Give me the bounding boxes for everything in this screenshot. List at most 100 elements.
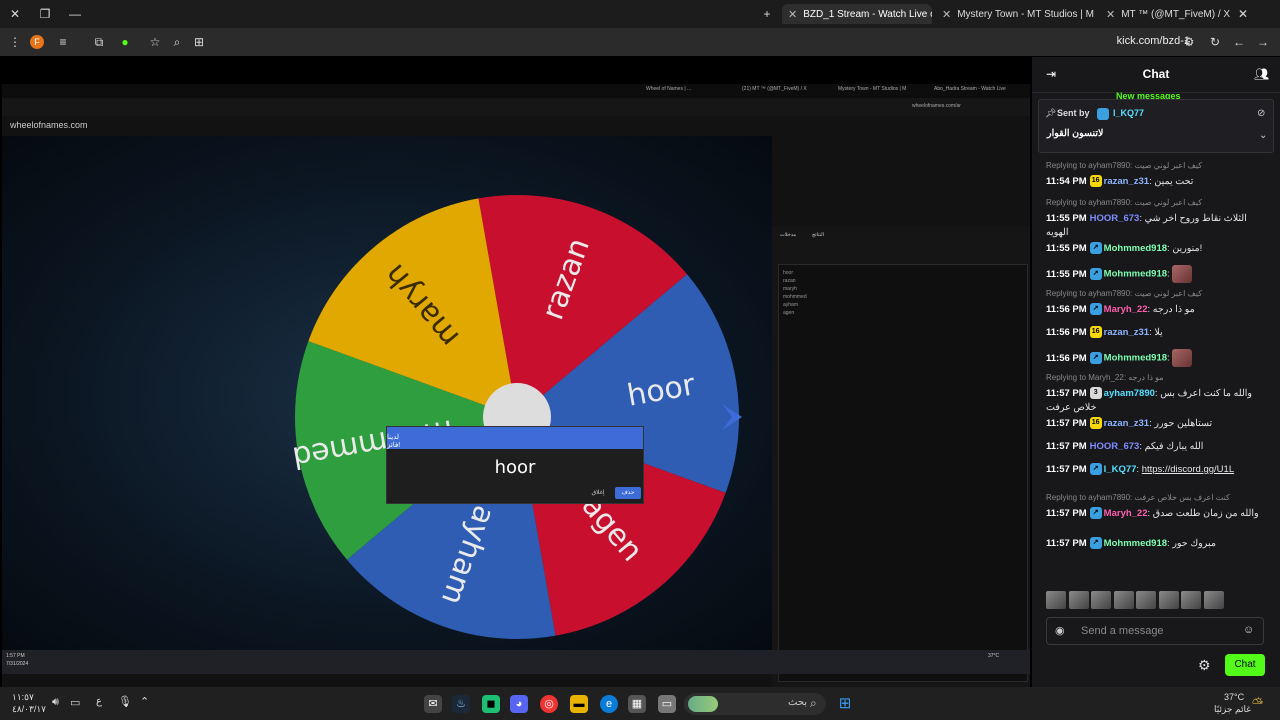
message-username[interactable]: razan_z31 (1104, 418, 1149, 429)
back-icon[interactable]: → (1254, 33, 1272, 51)
chat-message[interactable]: 11:55 PM ↗ Mohmmed918: (1046, 265, 1268, 283)
reply-context[interactable]: Replying to ayham7890: كيف اعبر لوني صيت (1046, 289, 1202, 298)
message-username[interactable]: Maryh_22 (1104, 508, 1148, 519)
send-chat-button[interactable]: Chat (1225, 654, 1265, 676)
chat-message[interactable]: 11:55 PM ↗ Mohmmed918: منورين! (1046, 242, 1268, 256)
chevron-up-icon[interactable]: ⌃ (140, 695, 149, 708)
emote-icon[interactable] (1113, 591, 1134, 609)
language-indicator[interactable]: ع (96, 696, 102, 707)
zoom-icon[interactable]: ⌕ (168, 33, 186, 51)
forward-icon[interactable]: ← (1230, 33, 1248, 51)
app-icon[interactable]: ◼ (482, 695, 500, 713)
message-username[interactable]: Mohmmed918 (1104, 353, 1167, 364)
chat-message[interactable]: 11:56 PM ↗ Mohmmed918: (1046, 349, 1268, 367)
stream-video[interactable]: Wheel of Names | ... (21) MT ™ (@MT_Five… (0, 57, 1032, 720)
discord-app-icon[interactable]: ◕ (510, 695, 528, 713)
message-username[interactable]: l_KQ77 (1104, 464, 1137, 475)
chrome-app-icon[interactable]: ◎ (540, 695, 558, 713)
dialog-remove-button[interactable]: حذف (615, 487, 641, 499)
volume-icon[interactable]: 🔊︎ (52, 696, 59, 709)
message-username[interactable]: razan_z31 (1104, 327, 1149, 338)
chat-message[interactable]: 11:55 PM HOOR_673: الثلاث نقاط وروح اخر ش… (1046, 212, 1268, 240)
settings-gear-icon[interactable]: ⚙ (1198, 657, 1211, 674)
chat-message[interactable]: 11:57 PM ↗ Maryh_22: والله من زمان طلعت صد… (1046, 507, 1268, 521)
tab-mystery-town[interactable]: ✕ Mystery Town - MT Studios | M (936, 4, 1096, 24)
chat-message[interactable]: 11:56 PM 16 razan_z31: يلا (1046, 326, 1268, 340)
message-username[interactable]: Mohmmed918 (1104, 538, 1167, 549)
bookmark-star-icon[interactable]: ☆ (146, 33, 164, 51)
reply-context[interactable]: Replying to ayham7890: كيف اعبر لوني صيت (1046, 161, 1202, 170)
name-wheel[interactable]: razanhooragenayhammohmmedmaryh (292, 192, 742, 642)
message-username[interactable]: HOOR_673 (1090, 441, 1140, 452)
user-badge-icon: ↗ (1089, 507, 1102, 520)
chat-message[interactable]: 11:57 PM 16 razan_z31: تستاهلين حورر (1046, 417, 1268, 431)
message-username[interactable]: HOOR_673 (1090, 213, 1140, 224)
message-text[interactable]: https://discord.gg/U1L (1142, 464, 1234, 475)
hide-pin-icon[interactable]: ⊘ (1257, 108, 1265, 119)
chat-message[interactable]: 11:57 PM ↗ l_KQ77: https://discord.gg/U1L (1046, 463, 1268, 477)
chat-message[interactable]: 11:57 PM 3 ayham7890: والله ما كنت اعرف بس… (1046, 387, 1268, 415)
reply-context[interactable]: Replying to ayham7890: كيف اعبر لوني صيت (1046, 198, 1202, 207)
emote-icon[interactable] (1203, 591, 1224, 609)
extension-badge-icon[interactable]: ● (116, 33, 134, 51)
entries-textarea[interactable]: hoor razan maryh mohmmed ayham agen (778, 264, 1028, 682)
translate-icon[interactable]: ⊞ (190, 33, 208, 51)
steam-app-icon[interactable]: ♨ (452, 695, 470, 713)
new-tab-icon[interactable]: + (758, 5, 776, 23)
site-settings-icon[interactable]: ⚙ (1180, 33, 1198, 51)
message-username[interactable]: Maryh_22 (1104, 304, 1148, 315)
chat-message[interactable]: 11:56 PM ↗ Maryh_22: مو ذا درجه (1046, 303, 1268, 317)
users-icon[interactable]: 👥︎ (1254, 67, 1269, 81)
chat-input[interactable]: ◉ Send a message ☺ (1046, 617, 1264, 645)
message-username[interactable]: ayham7890 (1104, 388, 1155, 399)
close-tab-icon[interactable]: ✕ (788, 8, 797, 21)
mail-app-icon[interactable]: ✉ (424, 695, 442, 713)
chevron-down-icon[interactable]: ⌄ (1259, 130, 1267, 141)
extensions-icon[interactable]: ⧉ (90, 33, 108, 51)
minimize-window-icon[interactable]: — (66, 5, 84, 23)
chat-message[interactable]: 11:57 PM ↗ Mohmmed918: مبروك حور (1046, 537, 1268, 551)
message-username[interactable]: Mohmmed918 (1104, 269, 1167, 280)
network-icon[interactable]: ▭ (70, 696, 80, 709)
emote-icon[interactable] (1068, 591, 1089, 609)
emote-icon[interactable] (1091, 591, 1111, 609)
profile-avatar[interactable]: F (30, 35, 44, 49)
emote-icon[interactable] (1158, 591, 1179, 609)
chat-message[interactable]: 11:54 PM 16 razan_z31: تحت يمين (1046, 175, 1268, 189)
dialog-close-button[interactable]: إغلاق (585, 487, 611, 499)
windows-start-icon[interactable]: ⊞ (836, 695, 854, 713)
results-tab[interactable]: النتائج (812, 232, 824, 238)
emote-picker-icon[interactable]: ◉ (1055, 624, 1065, 637)
emote-icon[interactable] (1136, 591, 1156, 609)
chat-message[interactable]: 11:57 PM HOOR_673: الله يبارك فيكم (1046, 440, 1268, 454)
entries-tab[interactable]: مدخلات (780, 232, 796, 238)
menu-icon[interactable]: ⋮ (6, 33, 24, 51)
url-text[interactable]: kick.com/bzd-1 (1117, 35, 1190, 47)
taskbar-time[interactable]: ١١:٥٧ (12, 692, 34, 703)
emote-icon[interactable] (1181, 591, 1201, 609)
message-username[interactable]: razan_z31 (1104, 176, 1149, 187)
reply-context[interactable]: Replying to ayham7890: كنت اعرف بس خلاص … (1046, 493, 1230, 502)
tab-mt-x[interactable]: ✕ MT ™ (@MT_FiveM) / X (1100, 4, 1230, 24)
taskbar-search[interactable]: بحث ⌕ (684, 693, 826, 715)
pinned-message[interactable]: 📌︎ Sent by l_KQ77 لاتنسون القوار ⊘ ⌄ (1038, 99, 1274, 153)
media-icon[interactable]: ≡ (54, 33, 72, 51)
pinned-user[interactable]: l_KQ77 (1113, 108, 1144, 118)
close-tab-icon[interactable]: ✕ (942, 8, 951, 21)
app-icon[interactable]: ▭ (658, 695, 676, 713)
smile-icon[interactable]: ☺ (1243, 624, 1254, 636)
tab-kick-stream[interactable]: ✕ BZD_1 Stream - Watch Live on (782, 4, 932, 24)
close-window-icon[interactable]: ✕ (6, 5, 24, 23)
close-tab-icon[interactable]: ✕ (1106, 8, 1115, 21)
reload-icon[interactable]: ↻ (1206, 33, 1224, 51)
weather-temp[interactable]: 37°C (1224, 692, 1244, 702)
edge-app-icon[interactable]: e (600, 695, 618, 713)
store-app-icon[interactable]: ▦ (628, 695, 646, 713)
reply-context[interactable]: Replying to Maryh_22: مو ذا درجه (1046, 373, 1164, 382)
message-username[interactable]: Mohmmed918 (1104, 243, 1167, 254)
taskbar-date[interactable]: ٤٨/٠٣/١٧ (12, 704, 46, 715)
microphone-icon[interactable]: 🎙︎ (118, 695, 132, 708)
file-explorer-icon[interactable]: ▬ (570, 695, 588, 713)
emote-icon[interactable] (1046, 591, 1066, 609)
restore-window-icon[interactable]: ❐ (36, 5, 54, 23)
